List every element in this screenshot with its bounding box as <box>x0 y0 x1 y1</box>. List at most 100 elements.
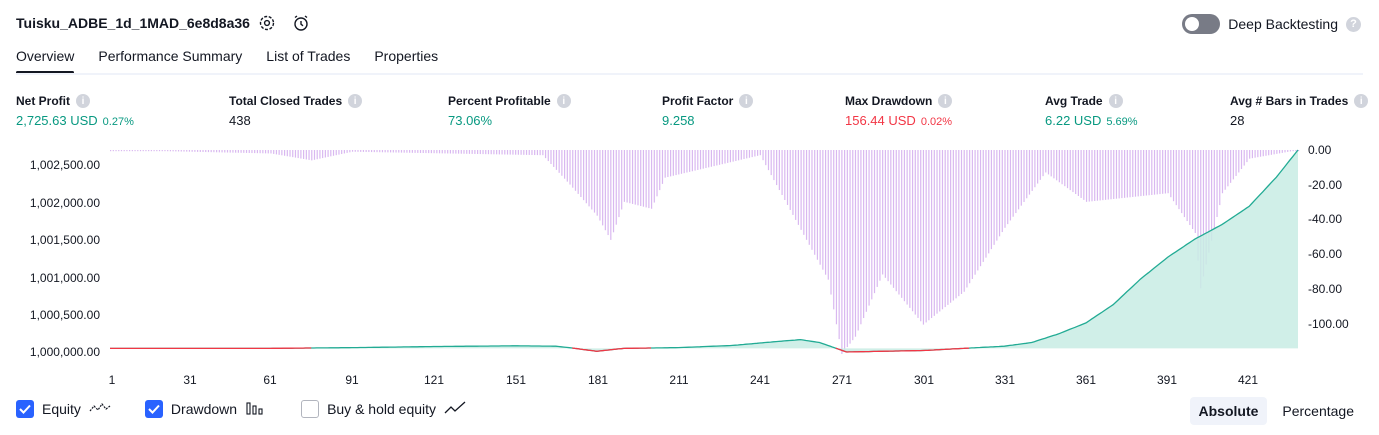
drawdown-bar <box>727 150 729 163</box>
drawdown-bar <box>729 150 732 163</box>
drawdown-bar <box>278 150 280 155</box>
drawdown-checkbox[interactable] <box>144 400 163 418</box>
drawdown-bar <box>901 150 903 298</box>
y-axis-right-label: -100.00 <box>1308 317 1349 331</box>
drawdown-bar <box>422 150 424 154</box>
drawdown-bar <box>996 150 998 241</box>
info-icon[interactable]: i <box>348 94 363 108</box>
drawdown-bar <box>232 150 234 153</box>
legend-drawdown[interactable]: Drawdown <box>144 400 267 418</box>
x-axis-label: 391 <box>1156 373 1178 387</box>
info-icon[interactable]: i <box>938 94 953 108</box>
drawdown-bar <box>555 150 558 170</box>
drawdown-bar <box>400 150 403 153</box>
drawdown-bar <box>860 150 862 325</box>
drawdown-bar <box>496 150 498 155</box>
drawdown-bar <box>892 150 895 288</box>
drawdown-bar <box>346 150 348 153</box>
info-icon[interactable]: i <box>739 94 754 108</box>
drawdown-bar <box>661 150 664 184</box>
legend-equity[interactable]: Equity <box>16 400 111 418</box>
drawdown-bar <box>960 150 963 294</box>
settings-gear-icon[interactable] <box>258 14 276 32</box>
drawdown-bar <box>1211 150 1213 241</box>
drawdown-bar <box>640 150 642 207</box>
drawdown-bar <box>705 150 707 169</box>
metric-value: 9.258 <box>662 113 695 128</box>
y-axis-left-label: 1,001,500.00 <box>29 233 100 247</box>
tab-list-of-trades[interactable]: List of Trades <box>266 48 350 73</box>
drawdown-bar <box>659 150 661 191</box>
info-icon[interactable]: i <box>556 94 571 108</box>
drawdown-bar <box>362 150 365 152</box>
drawdown-bar <box>311 150 313 161</box>
tab-performance-summary[interactable]: Performance Summary <box>98 48 242 73</box>
drawdown-bar <box>482 150 484 155</box>
drawdown-bar <box>335 150 337 156</box>
drawdown-bar <box>520 150 522 155</box>
x-axis-label: 1 <box>108 373 116 387</box>
drawdown-bar <box>1156 150 1158 195</box>
info-icon[interactable]: i <box>1354 94 1369 108</box>
drawdown-bar <box>778 150 780 191</box>
buyhold-line-icon <box>444 401 466 418</box>
drawdown-bar <box>243 150 245 153</box>
info-icon[interactable]: i <box>1108 94 1123 108</box>
drawdown-bar <box>737 150 740 161</box>
drawdown-bar <box>191 150 193 152</box>
drawdown-bar <box>550 150 552 165</box>
drawdown-bar <box>137 150 139 152</box>
drawdown-bar <box>449 150 452 154</box>
drawdown-bar <box>1246 150 1248 163</box>
drawdown-bar <box>914 150 916 315</box>
drawdown-bar <box>376 150 378 153</box>
drawdown-bar <box>430 150 432 154</box>
help-icon[interactable]: ? <box>1346 16 1361 32</box>
drawdown-bar <box>463 150 465 154</box>
drawdown-bar <box>373 150 375 153</box>
info-icon[interactable]: i <box>76 94 90 108</box>
drawdown-bar <box>395 150 397 153</box>
drawdown-bar <box>795 150 797 220</box>
absolute-button[interactable]: Absolute <box>1189 397 1268 425</box>
drawdown-bar <box>781 150 783 196</box>
deep-backtesting-toggle[interactable] <box>1182 14 1221 34</box>
drawdown-bar <box>988 150 990 254</box>
alert-clock-icon[interactable] <box>292 14 310 32</box>
drawdown-bar <box>852 150 854 341</box>
drawdown-bar <box>536 150 539 156</box>
drawdown-bar <box>699 150 702 170</box>
drawdown-bar <box>683 150 685 174</box>
drawdown-bar <box>971 150 973 279</box>
legend-label: Equity <box>42 401 81 417</box>
drawdown-bar <box>939 150 941 312</box>
drawdown-bar <box>1085 150 1088 202</box>
percentage-button[interactable]: Percentage <box>1273 397 1363 425</box>
x-axis-label: 241 <box>749 373 771 387</box>
drawdown-bar <box>292 150 294 158</box>
drawdown-bar <box>713 150 715 167</box>
tab-overview[interactable]: Overview <box>16 48 75 74</box>
equity-drawdown-chart[interactable] <box>0 140 1379 370</box>
drawdown-bar <box>1020 150 1022 206</box>
drawdown-bar <box>487 150 490 155</box>
drawdown-bar <box>716 150 718 166</box>
drawdown-bar <box>148 150 150 152</box>
drawdown-bar <box>547 150 549 162</box>
drawdown-bar <box>145 150 147 152</box>
metric-max-drawdown: Max Drawdown i 156.44 USD 0.02% <box>845 94 953 128</box>
drawdown-bar <box>789 150 791 210</box>
drawdown-bar <box>604 150 606 231</box>
drawdown-bar <box>188 150 191 152</box>
drawdown-bar <box>591 150 593 210</box>
equity-checkbox[interactable] <box>16 400 34 418</box>
legend-buy-hold-equity[interactable]: Buy & hold equity <box>301 400 466 418</box>
drawdown-bar <box>865 150 867 312</box>
buy-hold-checkbox[interactable] <box>301 400 320 418</box>
tab-properties[interactable]: Properties <box>374 48 438 73</box>
drawdown-bar <box>360 150 362 152</box>
drawdown-bar <box>240 150 242 153</box>
drawdown-bar <box>879 150 881 281</box>
y-axis-right-label: -20.00 <box>1308 178 1343 192</box>
drawdown-bar <box>351 150 354 152</box>
